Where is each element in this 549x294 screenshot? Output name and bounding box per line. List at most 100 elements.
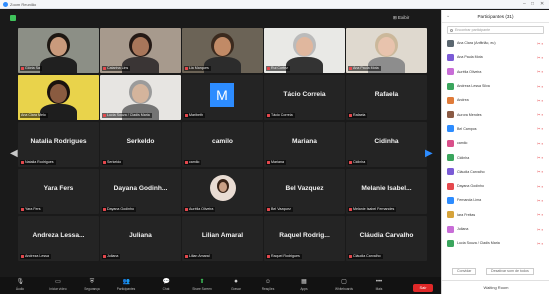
waiting-room-section[interactable]: Waiting Room (442, 280, 549, 294)
participant-display-name: Melanie Isabel... (361, 185, 412, 192)
participant-row[interactable]: Aurora Mendes ✂ ▪ (442, 107, 549, 121)
chat-button[interactable]: 💬 Chat (152, 278, 180, 293)
video-tile[interactable]: Yara Fers Yara Fers (18, 169, 99, 214)
maximize-button[interactable]: □ (531, 1, 534, 7)
mute-all-button[interactable]: Desativar som de todos (486, 268, 534, 275)
apps-button[interactable]: ▦ Apps (290, 278, 318, 293)
video-tile[interactable]: Glória Sa (18, 28, 99, 73)
video-tile[interactable]: Dayana Godinh... Dayana Godinho (100, 169, 181, 214)
share-screen-button[interactable]: ⬆ Share Screen (188, 278, 216, 293)
video-tile[interactable]: camilo camilo (182, 122, 263, 167)
reactions-button[interactable]: ☺ Reações (254, 278, 282, 293)
participant-name-text: Lilian Amaral (189, 254, 210, 258)
invite-button[interactable]: Convidar (452, 268, 477, 275)
muted-mic-icon (185, 67, 188, 70)
participant-name-text: Dayana Godinho (107, 207, 134, 211)
participant-list-name: Bel Campos (457, 126, 477, 131)
close-window-button[interactable]: ✕ (540, 1, 544, 7)
video-tile[interactable]: Rafaela Rafaela (346, 75, 427, 120)
video-tile[interactable]: Cidinha Cidinha (346, 122, 427, 167)
muted-mic-icon (21, 67, 24, 70)
whiteboard-button[interactable]: ▢ Whiteboards (330, 278, 358, 293)
participant-name-label: Mariana (266, 160, 286, 165)
minimize-button[interactable]: – (523, 1, 526, 7)
meeting-toolbar: 🎙 Áudio ▭ Iniciar vídeo ⛨ Segurança 👥 Participa… (0, 277, 441, 294)
participant-row[interactable]: Dayana Godinho ✂ ▪ (442, 179, 549, 193)
muted-mic-video-icon: ✂ ▪ (537, 69, 543, 75)
video-tile[interactable]: Natalia Rodrigues Natalia Rodrigues (18, 122, 99, 167)
participant-name-text: Raquel Rodrigues (271, 254, 300, 258)
record-button[interactable]: ⏺ Gravar (222, 278, 250, 293)
video-tile[interactable]: M Maribeth (182, 75, 263, 120)
muted-mic-icon (21, 255, 24, 258)
participant-name-text: Lucia Souza / Cladis Maria (107, 113, 150, 117)
participant-row[interactable]: camilo ✂ ▪ (442, 136, 549, 150)
leave-meeting-button[interactable]: Sair (413, 284, 433, 292)
mic-button[interactable]: 🎙 Áudio (6, 278, 34, 293)
video-tile[interactable]: Rui Cortez (264, 28, 345, 73)
participant-name-text: Juliana (107, 254, 119, 258)
video-tile[interactable]: Cláudia Carvalho Cláudia Carvalho (346, 216, 427, 261)
participant-search-placeholder: Encontrar participante (455, 28, 491, 32)
video-tile[interactable]: Tácio Correia Tácio Correia (264, 75, 345, 120)
video-tile[interactable]: Ana Paula Mota (346, 28, 427, 73)
muted-mic-icon (267, 67, 270, 70)
next-page-arrow-icon[interactable]: ▶ (425, 148, 433, 159)
participant-list-name: Andrea (457, 98, 469, 103)
video-tile[interactable]: Melanie Isabel... Melanie Isabel Fernande… (346, 169, 427, 214)
participant-name-label: Rafaela (348, 113, 368, 118)
participant-row[interactable]: Andrea ✂ ▪ (442, 93, 549, 107)
participant-name-text: Aurélia Oliveira (189, 207, 214, 211)
participant-avatar (447, 211, 454, 219)
participant-row[interactable]: Ana Paula Mota ✂ ▪ (442, 50, 549, 64)
video-tile[interactable]: Lilian Amaral Lilian Amaral (182, 216, 263, 261)
participant-list-name: Cláudia Carvalho (457, 169, 485, 174)
participant-row[interactable]: Ana Clara (Anfitrião, eu) ✂ ▪ (442, 36, 549, 50)
participant-list-name: Ana Paula Mota (457, 55, 483, 60)
record-icon: ⏺ (234, 279, 238, 285)
participant-row[interactable]: Cidinha ✂ ▪ (442, 150, 549, 164)
security-shield-icon[interactable] (10, 15, 16, 21)
video-tile[interactable]: Bel Vazquez Bel Vazquez (264, 169, 345, 214)
participant-name-label: Melanie Isabel Fernandes (348, 207, 397, 212)
participant-name-label: Dayana Godinho (102, 207, 136, 212)
video-tile[interactable]: Andreza Lessa... Andreza Lessa (18, 216, 99, 261)
video-tile[interactable]: Catarina Lins (100, 28, 181, 73)
participant-name-label: Maribeth (184, 113, 205, 118)
more-button[interactable]: ••• Mais (365, 278, 393, 293)
participants-button[interactable]: 👥 Participantes (112, 278, 140, 293)
previous-page-arrow-icon[interactable]: ◀ (10, 148, 18, 159)
participants-header: ⌄ Participantes (31) (442, 10, 549, 23)
participant-row[interactable]: Aurélia Oliveira ✂ ▪ (442, 65, 549, 79)
video-tile[interactable]: Juliana Juliana (100, 216, 181, 261)
video-tile[interactable]: Serkeldo Serkeldo (100, 122, 181, 167)
participant-row[interactable]: Juliana ✂ ▪ (442, 222, 549, 236)
participant-display-name: Cláudia Carvalho (359, 232, 414, 239)
participant-display-name: camilo (212, 138, 233, 145)
participant-name-label: Catarina Lins (102, 66, 131, 71)
participant-avatar (447, 239, 454, 247)
participant-row[interactable]: Fernanda Lima ✂ ▪ (442, 193, 549, 207)
video-tile[interactable]: Raquel Rodrig... Raquel Rodrigues (264, 216, 345, 261)
video-tile[interactable]: Lia Marques (182, 28, 263, 73)
participant-row[interactable]: Iara Freitas ✂ ▪ (442, 208, 549, 222)
participant-row[interactable]: Bel Campos ✂ ▪ (442, 122, 549, 136)
participant-name-text: Glória Sa (25, 66, 40, 70)
muted-mic-video-icon: ✂ ▪ (537, 169, 543, 175)
participant-row[interactable]: Andreza Lessa Silva ✂ ▪ (442, 79, 549, 93)
video-tile[interactable]: Mariana Mariana (264, 122, 345, 167)
shield-button[interactable]: ⛨ Segurança (78, 278, 106, 293)
participant-row[interactable]: Cláudia Carvalho ✂ ▪ (442, 165, 549, 179)
video-tile[interactable]: Lucia Souza / Cladis Maria (100, 75, 181, 120)
participant-name-label: Raquel Rodrigues (266, 254, 302, 259)
participant-search-input[interactable]: Encontrar participante (447, 26, 544, 34)
panel-options-icon[interactable]: ⌄ (446, 10, 450, 23)
video-tile[interactable]: Ana Clara Melo (18, 75, 99, 120)
toolbar-label: Segurança (84, 287, 100, 291)
muted-mic-icon (267, 114, 270, 117)
video-button[interactable]: ▭ Iniciar vídeo (44, 278, 72, 293)
participant-row[interactable]: Lucia Souza / Cladis Maria ✂ ▪ (442, 236, 549, 250)
view-button[interactable]: ⊞ Exibir (393, 15, 409, 21)
share-screen-icon: ⬆ (199, 279, 205, 285)
video-tile[interactable]: Aurélia Oliveira (182, 169, 263, 214)
